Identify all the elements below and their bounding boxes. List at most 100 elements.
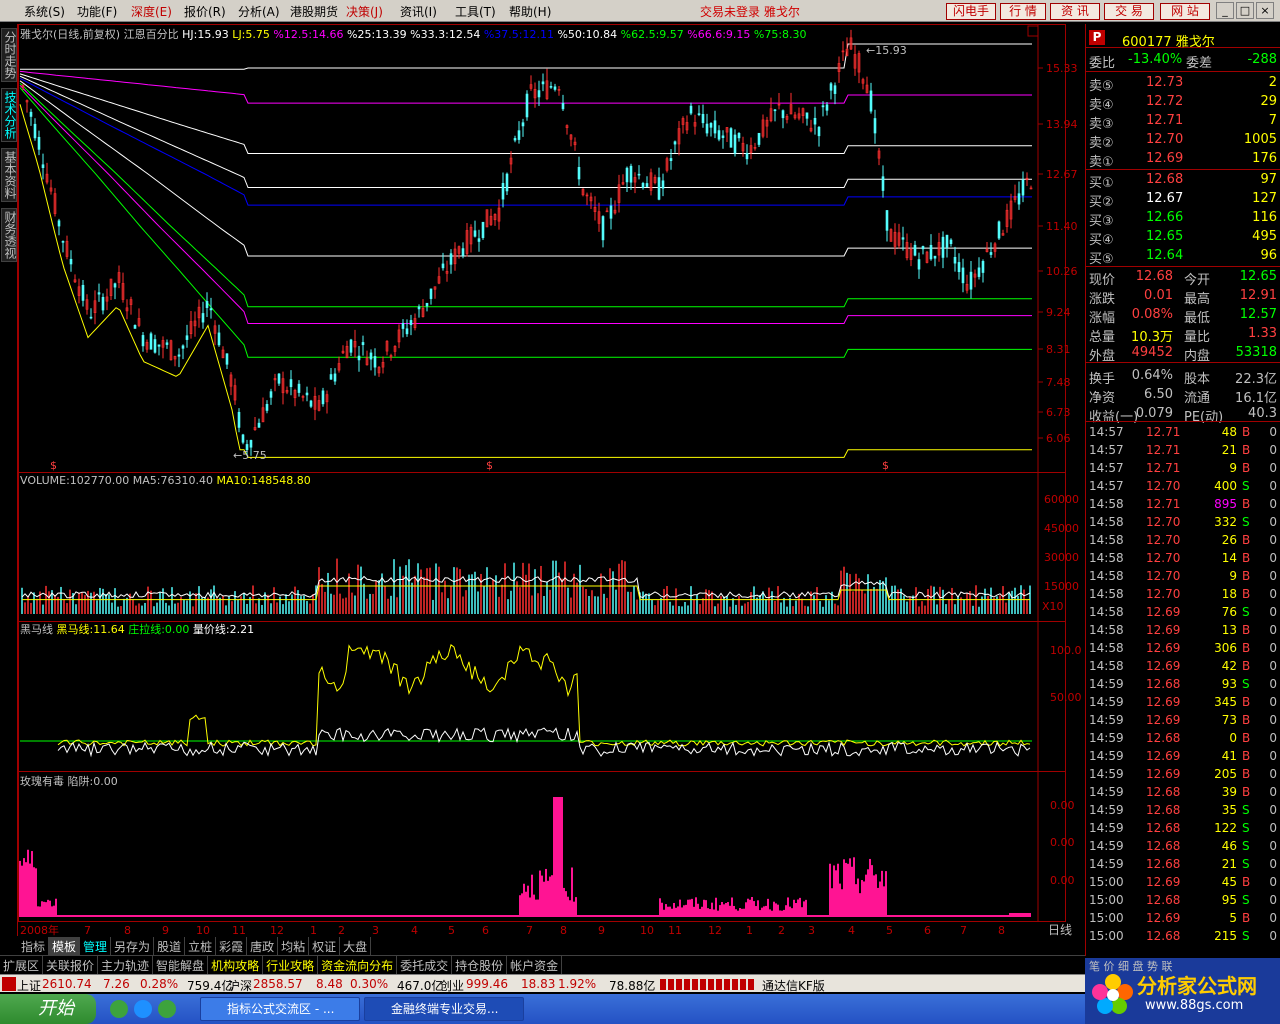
tab-junnian[interactable]: 均粘 bbox=[278, 937, 310, 956]
ask-price: 12.72 bbox=[1146, 94, 1184, 109]
panel-corner-icon bbox=[1027, 25, 1039, 37]
y-tick-label: 6.06 bbox=[1046, 432, 1071, 445]
website-button[interactable]: 网 站 bbox=[1160, 3, 1210, 20]
y-tick-label: 7.48 bbox=[1046, 376, 1071, 389]
candle-body bbox=[133, 325, 137, 329]
tab-timeshare[interactable]: 分时走势 bbox=[1, 28, 17, 82]
stat-value: 0.01 bbox=[1144, 288, 1173, 303]
ext-tab-account[interactable]: 帐户资金 bbox=[507, 956, 563, 975]
tab-lizhuang[interactable]: 立桩 bbox=[185, 937, 217, 956]
tick-side: S bbox=[1242, 479, 1250, 493]
stat-label: 最低 bbox=[1184, 311, 1211, 326]
tab-technical[interactable]: 技术分析 bbox=[1, 88, 17, 142]
tick-price: 12.69 bbox=[1146, 623, 1181, 637]
tab-gudao[interactable]: 股道 bbox=[154, 937, 186, 956]
menu-depth[interactable]: 深度(E) bbox=[131, 3, 172, 20]
tab-fundamentals[interactable]: 基本资料 bbox=[1, 148, 17, 202]
tick-side: B bbox=[1242, 497, 1251, 511]
period-label[interactable]: 日线 bbox=[1048, 921, 1072, 938]
tick-volume: 42 bbox=[1221, 659, 1237, 673]
ext-tab-flow[interactable]: 资金流向分布 bbox=[318, 956, 398, 975]
menu-info[interactable]: 资讯(I) bbox=[400, 3, 437, 20]
tab-market[interactable]: 大盘 bbox=[340, 937, 372, 956]
menu-decision[interactable]: 决策(J) bbox=[346, 3, 383, 20]
tick-side: B bbox=[1242, 659, 1251, 673]
tick-side: B bbox=[1242, 731, 1251, 745]
ext-tab-industry[interactable]: 行业攻略 bbox=[263, 956, 319, 975]
tick-time: 14:59 bbox=[1089, 785, 1124, 799]
trade-button[interactable]: 交 易 bbox=[1104, 3, 1154, 20]
news-button[interactable]: 资 讯 bbox=[1050, 3, 1100, 20]
rose-tick-label: 0.00 bbox=[1050, 799, 1075, 812]
p-icon[interactable]: P bbox=[1089, 30, 1105, 45]
tick-count: 0 bbox=[1269, 497, 1277, 511]
candle-body bbox=[185, 335, 189, 340]
close-icon[interactable]: × bbox=[1256, 2, 1274, 19]
start-button[interactable]: 开始 bbox=[0, 994, 96, 1024]
ask-volume: 7 bbox=[1268, 113, 1277, 128]
quicklaunch-icon-1[interactable] bbox=[110, 1000, 128, 1018]
candle-body bbox=[369, 352, 373, 360]
tick-count: 0 bbox=[1269, 461, 1277, 475]
tab-caixia[interactable]: 彩霞 bbox=[216, 937, 248, 956]
chart-area[interactable]: 15.33 13.94 12.67 11.40 10.26 9.24 8.31 7.48 6.7… bbox=[18, 24, 1084, 936]
taskbar-item-forum[interactable]: 指标公式交流区 - ... bbox=[200, 997, 360, 1021]
tick-row: 14:58 12.69 13 B 0 bbox=[1086, 622, 1280, 640]
tab-warrant[interactable]: 权证 bbox=[309, 937, 341, 956]
divider bbox=[1086, 169, 1280, 170]
maximize-icon[interactable]: □ bbox=[1236, 2, 1254, 19]
menu-help[interactable]: 帮助(H) bbox=[509, 3, 551, 20]
candle-body bbox=[177, 354, 181, 357]
quicklaunch-icon-3[interactable] bbox=[158, 1000, 176, 1018]
ext-tab-orders[interactable]: 委托成交 bbox=[397, 956, 453, 975]
tab-manage[interactable]: 管理 bbox=[80, 937, 112, 956]
tick-volume: 18 bbox=[1221, 587, 1237, 601]
ext-tab-expand[interactable]: 扩展区 bbox=[0, 956, 44, 975]
menu-tools[interactable]: 工具(T) bbox=[455, 3, 496, 20]
zhuangla-line: 庄拉线:0.00 bbox=[128, 623, 190, 636]
tick-side: B bbox=[1242, 587, 1251, 601]
tab-save-as[interactable]: 另存为 bbox=[111, 937, 155, 956]
tick-side: B bbox=[1242, 641, 1251, 655]
candle-body bbox=[517, 130, 521, 140]
menu-system[interactable]: 系统(S) bbox=[24, 3, 65, 20]
tick-price: 12.68 bbox=[1146, 785, 1181, 799]
menu-function[interactable]: 功能(F) bbox=[77, 3, 117, 20]
menu-quote[interactable]: 报价(R) bbox=[184, 3, 226, 20]
menu-hk-futures[interactable]: 港股期货 bbox=[290, 3, 338, 20]
candle-body bbox=[637, 173, 641, 176]
market-button[interactable]: 行 情 bbox=[1000, 3, 1046, 20]
ext-tab-institution[interactable]: 机构攻略 bbox=[208, 956, 264, 975]
taskbar-item-terminal[interactable]: 金融终端专业交易... bbox=[364, 997, 524, 1021]
tick-time: 14:58 bbox=[1089, 587, 1124, 601]
flash-button[interactable]: 闪电手 bbox=[946, 3, 996, 20]
candle-body bbox=[805, 112, 809, 119]
tick-count: 0 bbox=[1269, 569, 1277, 583]
ask-label: 卖③ bbox=[1089, 117, 1114, 132]
tick-time: 14:58 bbox=[1089, 623, 1124, 637]
tick-volume: 9 bbox=[1229, 461, 1237, 475]
stock-code: 600177 雅戈尔 bbox=[1122, 35, 1215, 50]
heima-tick-label: 50.00 bbox=[1050, 691, 1082, 704]
x-tick-label: 2 bbox=[338, 924, 345, 936]
quicklaunch-icon-2[interactable] bbox=[134, 1000, 152, 1018]
ext-tab-related[interactable]: 关联报价 bbox=[43, 956, 99, 975]
minimize-icon[interactable]: _ bbox=[1216, 2, 1234, 19]
wei-bi-value: -13.40% bbox=[1128, 52, 1183, 67]
ext-tab-holdings[interactable]: 持仓股份 bbox=[452, 956, 508, 975]
menu-analysis[interactable]: 分析(A) bbox=[238, 3, 280, 20]
gann-level-line bbox=[19, 84, 1032, 324]
x-tick-label: 11 bbox=[668, 924, 682, 936]
ext-tab-smart[interactable]: 智能解盘 bbox=[153, 956, 209, 975]
ext-tab-track[interactable]: 主力轨迹 bbox=[98, 956, 154, 975]
tab-indicator[interactable]: 指标 bbox=[18, 937, 50, 956]
tab-tangzheng[interactable]: 唐政 bbox=[247, 937, 279, 956]
candle-body bbox=[829, 83, 833, 91]
tick-count: 0 bbox=[1269, 641, 1277, 655]
candle-body bbox=[153, 339, 157, 353]
stat-label: 股本 bbox=[1184, 372, 1211, 387]
stat-value: 1.33 bbox=[1248, 326, 1277, 341]
tick-price: 12.70 bbox=[1146, 515, 1181, 529]
tab-financials[interactable]: 财务透视 bbox=[1, 208, 17, 262]
tab-template[interactable]: 模板 bbox=[49, 937, 81, 956]
